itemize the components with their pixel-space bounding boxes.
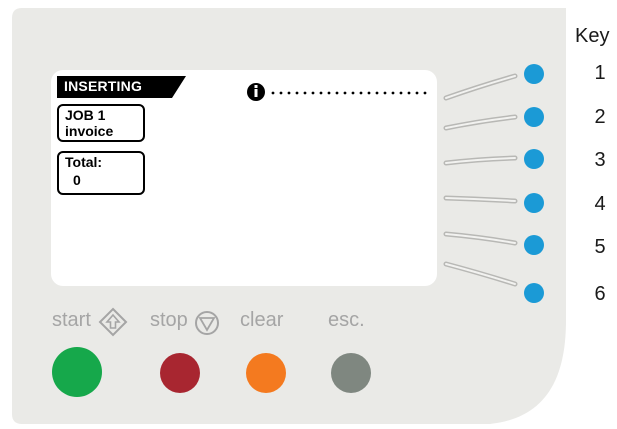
info-icon xyxy=(247,83,265,101)
job-name: invoice xyxy=(65,123,114,139)
total-box: Total: 0 xyxy=(57,151,145,195)
clear-label: clear xyxy=(240,309,284,331)
job-box: JOB 1 invoice xyxy=(57,104,145,142)
stop-button[interactable] xyxy=(160,353,200,393)
key-number-3: 3 xyxy=(594,149,606,171)
key-number-2: 2 xyxy=(594,106,606,128)
total-label: Total: xyxy=(65,154,103,170)
soft-key-6[interactable] xyxy=(524,283,544,303)
key-title: Key xyxy=(575,25,610,47)
soft-key-4[interactable] xyxy=(524,193,544,213)
soft-key-5[interactable] xyxy=(524,235,544,255)
panel-graphics xyxy=(12,8,566,424)
control-panel: INSERTING JOB 1 invoice Total: 0 start s… xyxy=(0,0,617,429)
key-number-6: 6 xyxy=(594,283,606,305)
soft-key-2[interactable] xyxy=(524,107,544,127)
esc-label: esc. xyxy=(328,309,365,331)
soft-key-1[interactable] xyxy=(524,64,544,84)
stop-label: stop xyxy=(150,309,188,331)
job-number: JOB 1 xyxy=(65,107,106,123)
status-text: INSERTING xyxy=(64,78,143,94)
start-label: start xyxy=(52,309,91,331)
key-number-5: 5 xyxy=(594,236,606,258)
key-number-4: 4 xyxy=(594,193,606,215)
soft-key-3[interactable] xyxy=(524,149,544,169)
total-value: 0 xyxy=(73,172,81,188)
esc-button[interactable] xyxy=(331,353,371,393)
start-button[interactable] xyxy=(52,347,102,397)
clear-button[interactable] xyxy=(246,353,286,393)
key-number-1: 1 xyxy=(594,62,606,84)
